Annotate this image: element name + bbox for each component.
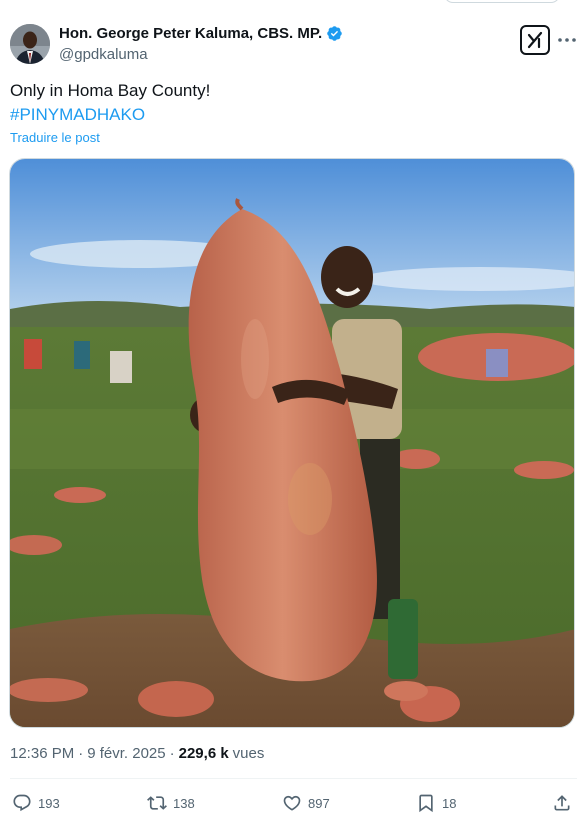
post-header: Hon. George Peter Kaluma, CBS. MP. @gpdk… — [10, 22, 577, 66]
action-bar: 193 138 897 18 — [12, 793, 575, 815]
author-avatar[interactable] — [10, 24, 50, 64]
share-button[interactable] — [552, 793, 572, 813]
previous-panel-edge — [444, 0, 560, 3]
share-icon — [554, 795, 570, 811]
post-time[interactable]: 12:36 PM — [10, 745, 74, 762]
repost-button[interactable]: 138 — [147, 793, 195, 813]
bookmark-icon — [419, 794, 433, 813]
post-meta: 12:36 PM · 9 févr. 2025 · 229,6 k vues — [10, 745, 264, 762]
bookmark-button[interactable]: 18 — [416, 793, 456, 813]
post-text: Only in Homa Bay County! — [10, 81, 211, 100]
author-display-name[interactable]: Hon. George Peter Kaluma, CBS. MP. — [59, 25, 322, 42]
bookmark-count: 18 — [442, 795, 457, 811]
meta-separator-2: · — [169, 745, 175, 762]
views-label: vues — [232, 745, 265, 762]
more-options-button[interactable] — [557, 30, 577, 50]
verified-badge-icon — [326, 25, 343, 42]
reply-button[interactable]: 193 — [12, 793, 60, 813]
heart-icon — [283, 795, 301, 811]
sweet-potato-photo — [10, 159, 574, 727]
author-name-row: Hon. George Peter Kaluma, CBS. MP. — [59, 25, 343, 42]
like-button[interactable]: 897 — [282, 793, 330, 813]
grok-icon — [527, 31, 543, 49]
avatar-image — [10, 24, 50, 64]
divider — [10, 778, 577, 779]
reply-count: 193 — [38, 795, 60, 811]
reply-icon — [13, 794, 31, 812]
hashtag-link[interactable]: #PINYMADHAKO — [10, 104, 145, 126]
meta-separator: · — [78, 745, 84, 762]
translate-post-link[interactable]: Traduire le post — [10, 130, 100, 145]
post-date[interactable]: 9 févr. 2025 — [87, 745, 165, 762]
more-icon — [558, 38, 576, 42]
views-count: 229,6 k — [178, 745, 229, 762]
author-handle[interactable]: @gpdkaluma — [59, 46, 148, 63]
repost-icon — [147, 796, 167, 810]
like-count: 897 — [308, 795, 330, 811]
repost-count: 138 — [173, 795, 195, 811]
post-media-image[interactable] — [9, 158, 575, 728]
grok-button[interactable] — [520, 25, 550, 55]
